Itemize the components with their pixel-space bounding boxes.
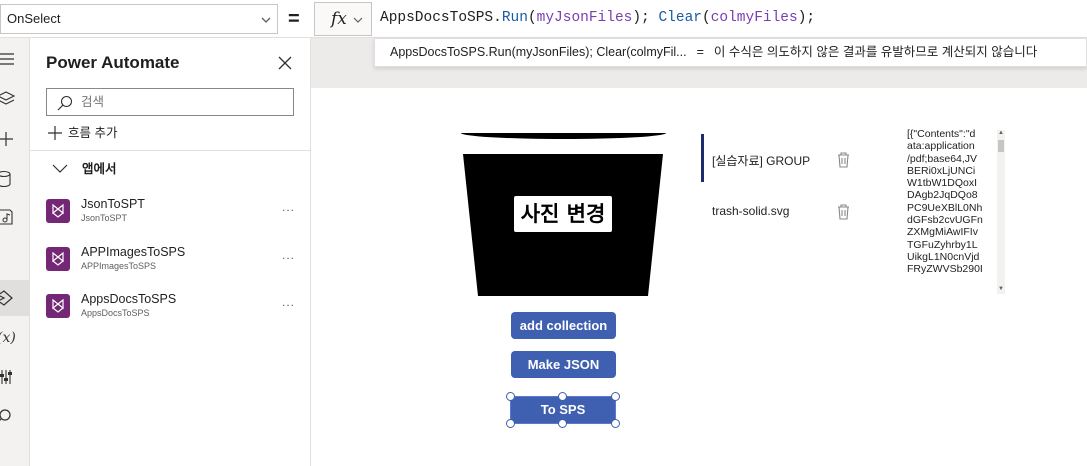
tools-icon[interactable]: [0, 368, 18, 386]
menu-icon[interactable]: [0, 50, 18, 68]
flow-subtitle: AppsDocsToSPS: [81, 308, 150, 318]
formula-token: AppsDocsToSPS: [380, 10, 494, 26]
app-canvas: 사진 변경 add collection Make JSON To SPS [실…: [311, 38, 1087, 466]
json-text-line: FRyZWVSb290I: [907, 263, 983, 276]
flow-subtitle: APPImagesToSPS: [81, 261, 157, 271]
json-text-line: PC9UeXBlL0Nh: [907, 201, 983, 214]
panel-title: Power Automate: [46, 53, 180, 72]
flow-subtitle: JsonToSPT: [81, 213, 128, 223]
fx-icon: fx: [331, 9, 347, 29]
chevron-down-icon: [52, 164, 68, 173]
flow-item[interactable]: AppsDocsToSPS AppsDocsToSPS ...: [46, 291, 296, 327]
gallery-item-title[interactable]: [실습자료] GROUP: [712, 152, 810, 169]
flow-name: APPImagesToSPS: [81, 245, 186, 259]
more-options-button[interactable]: ...: [282, 295, 295, 309]
gallery-selected-indicator: [701, 134, 704, 182]
close-icon[interactable]: [278, 56, 292, 70]
scroll-up-arrow-icon[interactable]: ▲: [998, 130, 1004, 136]
chevron-down-icon: [261, 17, 271, 23]
json-text-line: ata:application: [907, 140, 975, 153]
resize-handle[interactable]: [611, 419, 620, 428]
variables-icon[interactable]: (x): [0, 328, 18, 346]
json-text-line: W1tbW1DQoxI: [907, 177, 978, 190]
change-photo-label[interactable]: 사진 변경: [514, 196, 612, 232]
json-text-line: BERi0xLjUNCi: [907, 164, 976, 177]
formula-token: .: [493, 10, 502, 26]
more-options-button[interactable]: ...: [282, 248, 295, 262]
power-automate-logo-icon: [46, 294, 70, 318]
resize-handle[interactable]: [558, 419, 567, 428]
formula-token: );: [632, 10, 659, 26]
fx-button[interactable]: fx: [314, 2, 372, 36]
make-json-button[interactable]: Make JSON: [511, 351, 616, 378]
formula-token: myJsonFiles: [536, 10, 633, 26]
plus-icon: [48, 126, 62, 140]
image-control-rim: [461, 133, 666, 139]
trash-icon[interactable]: [837, 204, 850, 220]
formula-token: (: [701, 10, 711, 26]
svg-text:(x): (x): [0, 330, 16, 346]
chevron-down-icon: [353, 17, 363, 23]
power-automate-logo-icon: [46, 199, 70, 223]
equals-sign: =: [288, 8, 300, 30]
scrollbar[interactable]: [997, 130, 1005, 294]
formula-token: colmyFiles: [710, 10, 798, 26]
formula-token: Clear: [658, 10, 702, 26]
formula-token: Run: [501, 10, 528, 26]
json-text-box[interactable]: [{"Contents":"d ata:application/pdf;base6…: [907, 128, 1007, 296]
json-text-line: UikgL1N0cnVjd: [907, 250, 980, 263]
trash-icon[interactable]: [837, 152, 850, 168]
power-automate-panel: Power Automate 흐름 추가 앱에서 JsonToSPT JsonT…: [30, 38, 311, 466]
formula-input[interactable]: AppsDocsToSPS.Run(myJsonFiles); Clear(co…: [374, 2, 1087, 36]
add-flow-button[interactable]: 흐름 추가: [48, 123, 117, 143]
gallery-item-title[interactable]: trash-solid.svg: [712, 204, 789, 218]
formula-token: (: [527, 10, 537, 26]
formula-error-tooltip: AppsDocsToSPS.Run(myJsonFiles); Clear(co…: [374, 38, 1087, 67]
left-rail: (x): [0, 38, 30, 466]
search-icon: [57, 95, 73, 111]
formula-token: );: [797, 10, 816, 26]
formula-bar: OnSelect = fx AppsDocsToSPS.Run(myJsonFi…: [0, 0, 1087, 38]
scrollbar-thumb[interactable]: [998, 140, 1004, 152]
add-collection-button[interactable]: add collection: [511, 312, 616, 339]
error-expression: AppsDocsToSPS.Run(myJsonFiles); Clear(co…: [390, 45, 687, 59]
section-label: 앱에서: [82, 162, 117, 176]
json-text-line: TGFuZyhrby1L: [907, 238, 978, 251]
scroll-down-arrow-icon[interactable]: ▼: [998, 286, 1004, 292]
json-text-line: DAgb2JqDQo8: [907, 189, 978, 202]
json-text-line: dGFsb2cvUGFn: [907, 214, 983, 227]
power-automate-icon[interactable]: [0, 289, 18, 307]
resize-handle[interactable]: [506, 392, 515, 401]
in-app-section-header[interactable]: 앱에서: [52, 160, 117, 178]
error-equals: =: [696, 45, 704, 59]
flow-search-box[interactable]: [46, 88, 294, 116]
search-icon[interactable]: [0, 408, 18, 426]
property-dropdown[interactable]: OnSelect: [0, 4, 278, 34]
flow-item[interactable]: APPImagesToSPS APPImagesToSPS ...: [46, 244, 296, 280]
property-dropdown-value: OnSelect: [7, 11, 61, 26]
error-message: 이 수식은 의도하지 않은 결과를 유발하므로 계산되지 않습니다: [713, 45, 1038, 59]
media-icon[interactable]: [0, 208, 18, 226]
flow-name: JsonToSPT: [81, 197, 145, 211]
json-text-line: [{"Contents":"d: [907, 128, 976, 140]
plus-icon[interactable]: [0, 130, 18, 148]
flow-search-input[interactable]: [81, 92, 281, 112]
database-icon[interactable]: [0, 170, 18, 188]
resize-handle[interactable]: [558, 392, 567, 401]
json-text-line: ZXMgMiAwIFIv: [907, 226, 978, 239]
json-text-line: /pdf;base64,JV: [907, 152, 978, 165]
layers-icon[interactable]: [0, 90, 18, 108]
panel-divider: [30, 150, 310, 151]
power-automate-logo-icon: [46, 247, 70, 271]
more-options-button[interactable]: ...: [282, 200, 295, 214]
flow-name: AppsDocsToSPS: [81, 292, 177, 306]
resize-handle[interactable]: [611, 392, 620, 401]
add-flow-label: 흐름 추가: [68, 126, 118, 140]
resize-handle[interactable]: [506, 419, 515, 428]
flow-item[interactable]: JsonToSPT JsonToSPT ...: [46, 196, 296, 232]
